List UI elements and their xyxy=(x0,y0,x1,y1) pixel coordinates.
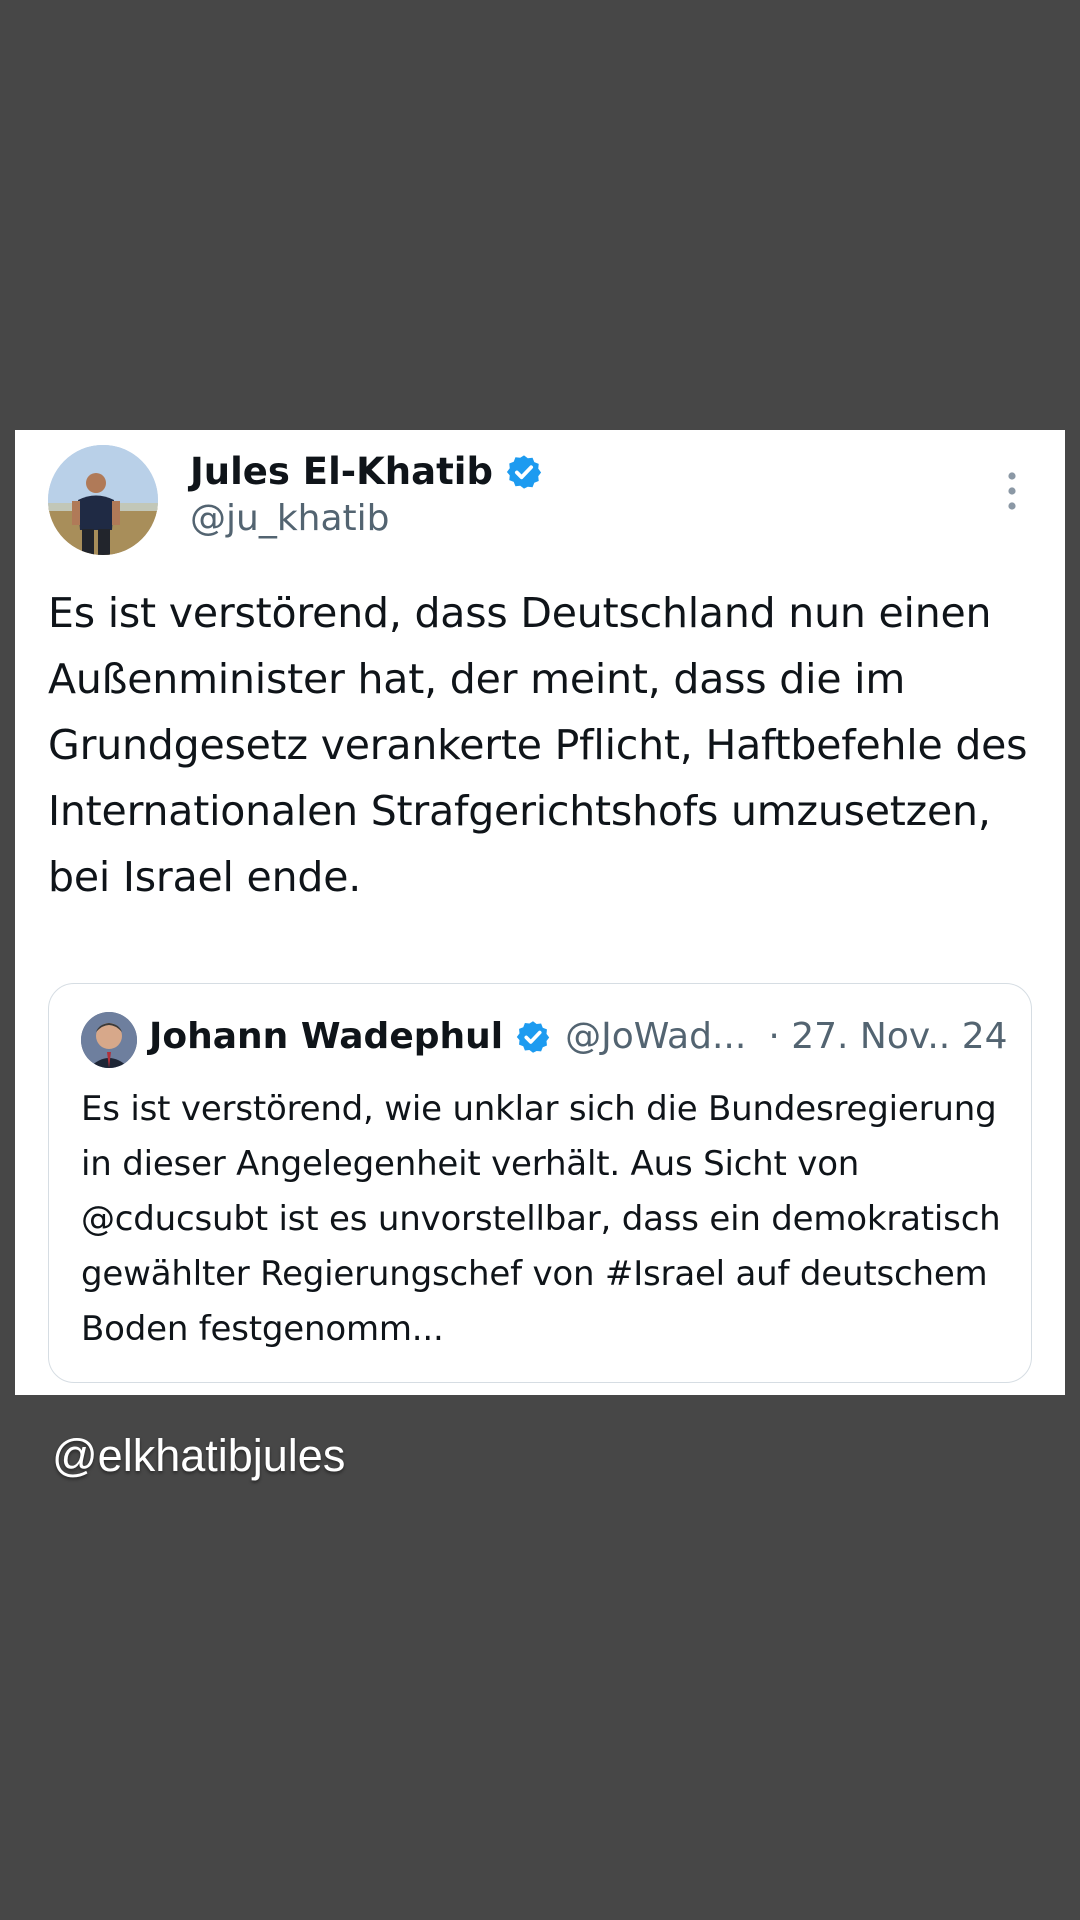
quoted-author-avatar[interactable] xyxy=(81,1012,137,1068)
author-name-row[interactable]: Jules El-Khatib xyxy=(190,450,543,493)
tweet-card[interactable]: Jules El-Khatib @ju_khatib Es ist verstö… xyxy=(15,430,1065,1395)
verified-badge-icon xyxy=(505,453,543,491)
more-options-icon[interactable] xyxy=(1000,470,1024,514)
quoted-text: Es ist verstörend, wie unklar sich die B… xyxy=(81,1089,1001,1349)
quoted-date[interactable]: · 27. Nov.. 24 xyxy=(768,1016,1007,1057)
tweet-text: Es ist verstörend, dass Deutschland nun … xyxy=(48,589,1028,901)
quoted-header[interactable]: Johann Wadephul @JoWad... · 27. Nov.. 24 xyxy=(149,1016,1008,1057)
author-avatar[interactable] xyxy=(48,445,158,555)
author-handle[interactable]: @ju_khatib xyxy=(190,498,390,539)
verified-badge-icon xyxy=(515,1019,551,1055)
quoted-author-name[interactable]: Johann Wadephul xyxy=(149,1016,503,1057)
quoted-tweet[interactable]: Johann Wadephul @JoWad... · 27. Nov.. 24… xyxy=(48,983,1032,1383)
watermark-handle: @elkhatibjules xyxy=(52,1430,346,1481)
quoted-author-handle[interactable]: @JoWad... xyxy=(565,1016,746,1057)
author-name[interactable]: Jules El-Khatib xyxy=(190,450,493,493)
